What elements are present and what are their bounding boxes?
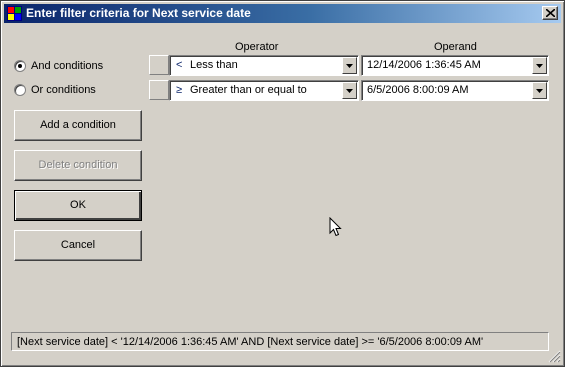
chevron-down-icon [346, 89, 353, 93]
operator-value: Less than [190, 59, 238, 71]
close-icon [546, 9, 555, 17]
operator-dropdown[interactable]: < Less than [169, 55, 359, 76]
and-conditions-label: And conditions [31, 60, 104, 72]
and-conditions-radio[interactable]: And conditions [14, 59, 103, 73]
filter-dialog: Enter filter criteria for Next service d… [0, 0, 565, 367]
filter-expression-text: [Next service date] < '12/14/2006 1:36:4… [11, 332, 549, 351]
radio-indicator [14, 60, 26, 72]
row-selector[interactable] [149, 55, 169, 75]
dropdown-button[interactable] [532, 57, 547, 74]
cancel-button[interactable]: Cancel [14, 230, 142, 261]
close-button[interactable] [542, 6, 558, 20]
chevron-down-icon [536, 89, 543, 93]
operator-dropdown[interactable]: ≥ Greater than or equal to [169, 80, 359, 101]
chevron-down-icon [346, 64, 353, 68]
window-title: Enter filter criteria for Next service d… [26, 6, 251, 20]
radio-indicator [14, 84, 26, 96]
operator-symbol: < [176, 59, 183, 71]
ok-button[interactable]: OK [14, 190, 142, 221]
operand-dropdown[interactable]: 12/14/2006 1:36:45 AM [361, 55, 549, 76]
operator-symbol: ≥ [176, 84, 183, 96]
dropdown-button[interactable] [532, 82, 547, 99]
operand-dropdown[interactable]: 6/5/2006 8:00:09 AM [361, 80, 549, 101]
dropdown-button[interactable] [342, 82, 357, 99]
operator-value: Greater than or equal to [190, 84, 307, 96]
row-selector[interactable] [149, 80, 169, 100]
title-bar[interactable]: Enter filter criteria for Next service d… [4, 4, 561, 23]
or-conditions-radio[interactable]: Or conditions [14, 83, 96, 97]
dropdown-button[interactable] [342, 57, 357, 74]
app-icon [7, 6, 22, 21]
operand-value: 6/5/2006 8:00:09 AM [367, 84, 469, 96]
delete-condition-button[interactable]: Delete condition [14, 150, 142, 181]
operator-column-header: Operator [235, 41, 279, 53]
chevron-down-icon [536, 64, 543, 68]
operand-value: 12/14/2006 1:36:45 AM [367, 59, 481, 71]
add-condition-button[interactable]: Add a condition [14, 110, 142, 141]
operand-column-header: Operand [434, 41, 477, 53]
mouse-cursor-icon [329, 217, 342, 237]
or-conditions-label: Or conditions [31, 84, 96, 96]
resize-grip-icon[interactable] [548, 350, 561, 363]
